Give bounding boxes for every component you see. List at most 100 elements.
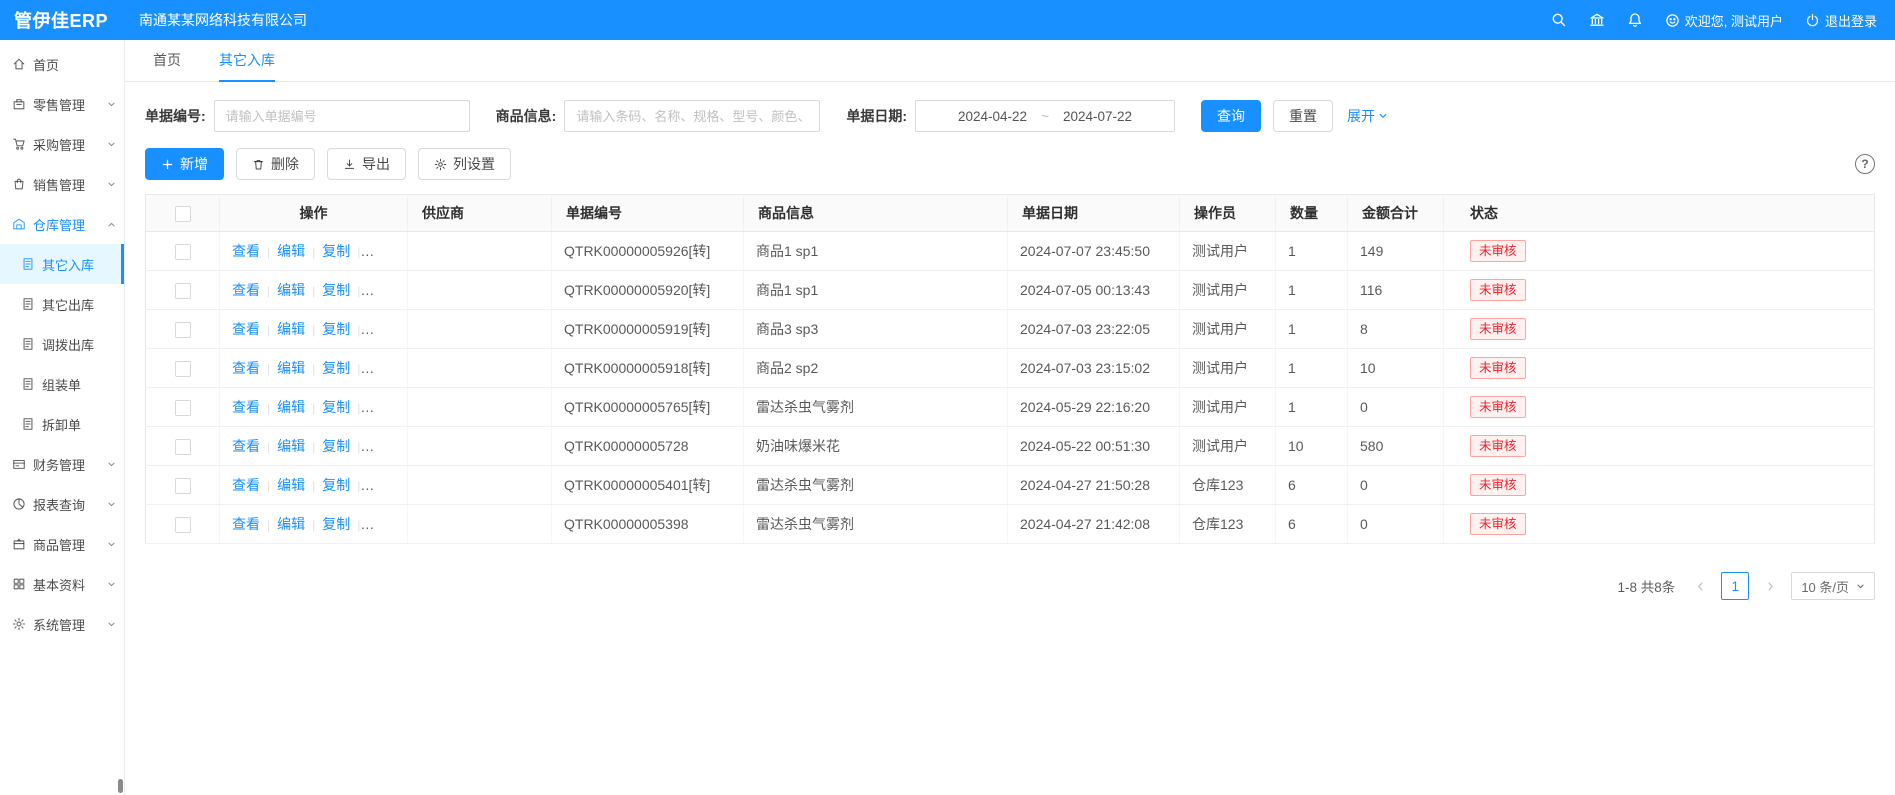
notification-bell-icon[interactable] xyxy=(1627,12,1643,28)
cell-operator: 测试用户 xyxy=(1180,310,1276,349)
row-action-edit[interactable]: 编辑 xyxy=(277,399,305,415)
action-divider: | xyxy=(357,323,360,337)
cell-qty: 6 xyxy=(1276,505,1348,544)
action-divider: | xyxy=(267,479,270,493)
row-action-copy[interactable]: 复制 xyxy=(322,438,350,454)
help-icon[interactable]: ? xyxy=(1855,154,1875,174)
sidebar-subitem-other-outbound[interactable]: 其它出库 xyxy=(0,284,124,324)
sidebar-item-system[interactable]: 系统管理 xyxy=(0,604,124,644)
expand-toggle[interactable]: 展开 xyxy=(1347,106,1388,126)
download-icon xyxy=(343,158,356,171)
trash-icon xyxy=(252,158,265,171)
sidebar-item-sales[interactable]: 销售管理 xyxy=(0,164,124,204)
pagination: 1-8 共8条 1 10 条/页 xyxy=(145,572,1875,600)
sidebar-item-warehouse[interactable]: 仓库管理 xyxy=(0,204,124,244)
sidebar-scrollbar[interactable] xyxy=(118,779,123,793)
row-action-copy[interactable]: 复制 xyxy=(322,516,350,532)
row-action-copy[interactable]: 复制 xyxy=(322,360,350,376)
date-range-picker[interactable]: 2024-04-22 ~ 2024-07-22 xyxy=(915,100,1175,132)
row-action-edit[interactable]: 编辑 xyxy=(277,477,305,493)
bill-date-label: 单据日期: xyxy=(846,106,907,126)
select-all-checkbox[interactable] xyxy=(175,206,191,222)
row-action-view[interactable]: 查看 xyxy=(232,321,260,337)
sidebar-item-label: 商品管理 xyxy=(33,535,85,554)
row-checkbox[interactable] xyxy=(175,244,191,260)
logout-button[interactable]: 退出登录 xyxy=(1805,11,1877,30)
sidebar-subitem-assembly-order[interactable]: 组装单 xyxy=(0,364,124,404)
tab-home[interactable]: 首页 xyxy=(153,40,181,82)
organization-icon[interactable] xyxy=(1589,12,1605,28)
date-to-value[interactable]: 2024-07-22 xyxy=(1063,109,1132,124)
row-action-view[interactable]: 查看 xyxy=(232,282,260,298)
row-action-copy[interactable]: 复制 xyxy=(322,321,350,337)
row-checkbox[interactable] xyxy=(175,283,191,299)
date-separator: ~ xyxy=(1041,109,1049,124)
row-action-copy[interactable]: 复制 xyxy=(322,243,350,259)
row-checkbox[interactable] xyxy=(175,478,191,494)
sidebar-item-home[interactable]: 首页 xyxy=(0,44,124,84)
row-checkbox[interactable] xyxy=(175,361,191,377)
row-action-view[interactable]: 查看 xyxy=(232,243,260,259)
welcome-user[interactable]: 欢迎您, 测试用户 xyxy=(1665,11,1783,30)
sidebar-subitem-other-inbound[interactable]: 其它入库 xyxy=(0,244,124,284)
action-divider: | xyxy=(357,518,360,532)
sidebar-item-purchase[interactable]: 采购管理 xyxy=(0,124,124,164)
row-action-edit[interactable]: 编辑 xyxy=(277,360,305,376)
row-action-copy[interactable]: 复制 xyxy=(322,399,350,415)
row-action-copy[interactable]: 复制 xyxy=(322,477,350,493)
cell-amount: 580 xyxy=(1348,427,1444,466)
header-status: 状态 xyxy=(1444,195,1875,232)
row-action-edit[interactable]: 编辑 xyxy=(277,282,305,298)
cell-bill-no: QTRK00000005920[转] xyxy=(552,271,744,310)
cell-amount: 116 xyxy=(1348,271,1444,310)
cell-bill-no: QTRK00000005919[转] xyxy=(552,310,744,349)
row-action-edit[interactable]: 编辑 xyxy=(277,516,305,532)
row-checkbox[interactable] xyxy=(175,439,191,455)
product-info-input[interactable] xyxy=(564,100,820,132)
reset-button[interactable]: 重置 xyxy=(1273,100,1333,132)
cell-supplier xyxy=(408,427,552,466)
row-action-copy[interactable]: 复制 xyxy=(322,282,350,298)
row-action-edit[interactable]: 编辑 xyxy=(277,438,305,454)
report-icon xyxy=(12,497,26,511)
sidebar-item-retail[interactable]: 零售管理 xyxy=(0,84,124,124)
status-badge: 未审核 xyxy=(1470,279,1526,301)
bill-no-input[interactable] xyxy=(214,100,470,132)
logout-icon xyxy=(1805,13,1820,28)
export-button[interactable]: 导出 xyxy=(327,148,406,180)
add-button[interactable]: 新增 xyxy=(145,148,224,180)
page-other-inbound: 单据编号: 商品信息: 单据日期: 2024-04-22 ~ 2024-07-2… xyxy=(125,82,1895,600)
search-icon[interactable] xyxy=(1551,12,1567,28)
sidebar-subitem-label: 其它出库 xyxy=(42,295,94,314)
row-action-edit[interactable]: 编辑 xyxy=(277,243,305,259)
cell-bill-no: QTRK00000005401[转] xyxy=(552,466,744,505)
sidebar-item-label: 报表查询 xyxy=(33,495,85,514)
next-page-button[interactable] xyxy=(1757,573,1783,599)
row-action-view[interactable]: 查看 xyxy=(232,399,260,415)
sidebar-subitem-disassembly-order[interactable]: 拆卸单 xyxy=(0,404,124,444)
row-checkbox[interactable] xyxy=(175,517,191,533)
row-action-view[interactable]: 查看 xyxy=(232,516,260,532)
delete-button[interactable]: 删除 xyxy=(236,148,315,180)
row-action-view[interactable]: 查看 xyxy=(232,360,260,376)
sidebar-item-finance[interactable]: 财务管理 xyxy=(0,444,124,484)
date-from-value[interactable]: 2024-04-22 xyxy=(958,109,1027,124)
search-button[interactable]: 查询 xyxy=(1201,100,1261,132)
row-checkbox[interactable] xyxy=(175,400,191,416)
action-divider: | xyxy=(312,284,315,298)
row-action-edit[interactable]: 编辑 xyxy=(277,321,305,337)
sidebar-item-basic-data[interactable]: 基本资料 xyxy=(0,564,124,604)
sidebar-subitem-transfer-outbound[interactable]: 调拨出库 xyxy=(0,324,124,364)
row-action-view[interactable]: 查看 xyxy=(232,477,260,493)
prev-page-button[interactable] xyxy=(1687,573,1713,599)
cell-product: 雷达杀虫气雾剂 xyxy=(744,466,1008,505)
action-divider: | xyxy=(312,479,315,493)
page-size-select[interactable]: 10 条/页 xyxy=(1791,572,1875,600)
current-page-button[interactable]: 1 xyxy=(1721,572,1749,600)
row-action-view[interactable]: 查看 xyxy=(232,438,260,454)
row-checkbox[interactable] xyxy=(175,322,191,338)
sidebar-item-goods[interactable]: 商品管理 xyxy=(0,524,124,564)
sidebar-item-reports[interactable]: 报表查询 xyxy=(0,484,124,524)
column-settings-button[interactable]: 列设置 xyxy=(418,148,511,180)
tab-other-inbound[interactable]: 其它入库 xyxy=(219,40,275,82)
